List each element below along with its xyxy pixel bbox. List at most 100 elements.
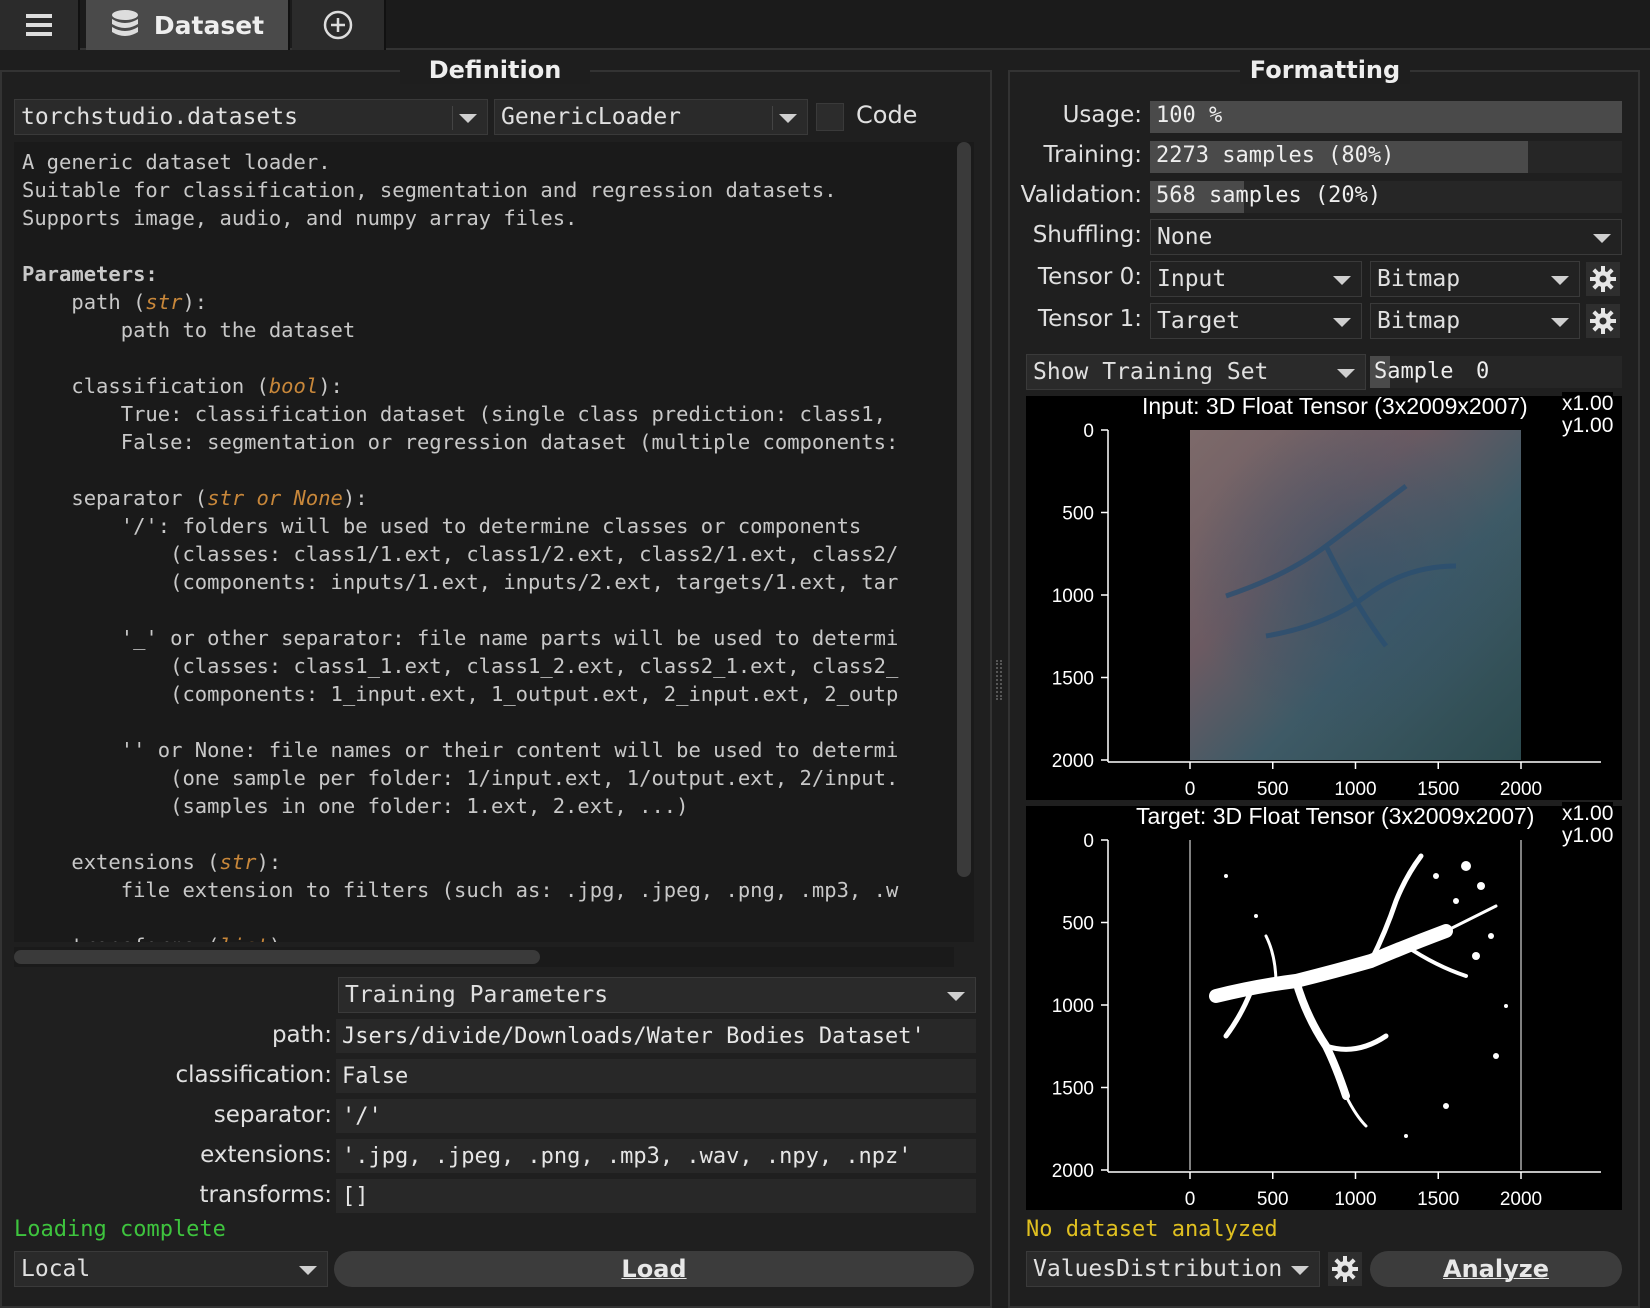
x-tick-label: 2000	[1500, 779, 1542, 800]
analyzer-settings-button[interactable]	[1328, 1252, 1362, 1286]
gear-icon	[1332, 1256, 1358, 1282]
x-tick-label: 1000	[1334, 779, 1376, 800]
y-tick-label: 2000	[1052, 1161, 1094, 1182]
sample-spinbox[interactable]: Sample 0	[1370, 356, 1622, 388]
shuffling-select[interactable]: None	[1150, 219, 1622, 255]
y-tick-label: 0	[1083, 831, 1094, 852]
menu-icon[interactable]	[0, 0, 80, 50]
tensor0-role-value: Input	[1157, 266, 1227, 292]
analyze-button-label: Analyze	[1443, 1255, 1549, 1283]
tensor1-settings-button[interactable]	[1586, 304, 1620, 338]
y-tick-label: 500	[1062, 504, 1094, 525]
formatting-title: Formatting	[1240, 56, 1410, 84]
analyzer-select[interactable]: ValuesDistribution	[1026, 1251, 1320, 1287]
chevron-down-icon	[1593, 234, 1611, 243]
source-select[interactable]: Local	[14, 1251, 328, 1287]
param-label-path: path:	[271, 1022, 332, 1048]
tensor1-format-value: Bitmap	[1377, 308, 1461, 334]
sample-value: 0	[1476, 359, 1490, 384]
definition-title: Definition	[400, 56, 590, 84]
chevron-down-icon	[947, 992, 965, 1001]
target-zoom-x: x1.00	[1562, 802, 1614, 826]
load-status-text: Loading complete	[14, 1217, 226, 1242]
add-tab-button[interactable]	[292, 0, 386, 50]
target-plot-title: Target: 3D Float Tensor (3x2009x2007)	[1136, 803, 1535, 829]
loader-select[interactable]: GenericLoader	[494, 99, 808, 135]
chevron-down-icon	[459, 114, 477, 123]
x-tick-label: 500	[1257, 779, 1289, 800]
tensor0-settings-button[interactable]	[1586, 262, 1620, 296]
param-label-transforms: transforms:	[199, 1182, 333, 1208]
target-zoom-y: y1.00	[1562, 824, 1614, 848]
param-label-separator: separator:	[213, 1102, 332, 1128]
param-label-extensions: extensions:	[200, 1142, 332, 1168]
code-checkbox[interactable]	[816, 103, 844, 131]
module-value: torchstudio.datasets	[21, 104, 298, 130]
x-tick-label: 0	[1185, 1189, 1196, 1210]
input-plot-canvas: 0 500 1000 1500 2000 0 500 1000 1500 2000	[1052, 421, 1601, 800]
tensor0-format-select[interactable]: Bitmap	[1370, 261, 1580, 297]
tensor1-label: Tensor 1:	[1037, 306, 1142, 332]
tab-dataset[interactable]: Dataset	[86, 0, 290, 50]
input-tensor-plot: 0 500 1000 1500 2000 0 500 1000 1500 2000 Input: …	[1026, 392, 1622, 800]
y-tick-label: 1000	[1052, 586, 1094, 607]
tensor1-role-value: Target	[1157, 308, 1241, 334]
y-tick-label: 1500	[1052, 1079, 1094, 1100]
satellite-image-shading	[1190, 430, 1521, 760]
validation-value: 568 samples (20%)	[1156, 183, 1382, 208]
docstring-text: A generic dataset loader. Suitable for c…	[22, 150, 899, 942]
analysis-status-text: No dataset analyzed	[1026, 1217, 1278, 1242]
doc-horizontal-scrollbar[interactable]	[14, 947, 954, 967]
tensor0-role-select[interactable]: Input	[1150, 261, 1362, 297]
x-tick-label: 2000	[1500, 1189, 1542, 1210]
doc-vertical-scrollbar[interactable]	[954, 142, 974, 942]
y-tick-label: 1500	[1052, 669, 1094, 690]
training-value: 2273 samples (80%)	[1156, 143, 1395, 168]
usage-slider[interactable]: 100 %	[1150, 101, 1622, 133]
analyzer-value: ValuesDistribution	[1033, 1256, 1283, 1282]
tensor0-format-value: Bitmap	[1377, 266, 1461, 292]
load-button-label: Load	[621, 1255, 687, 1283]
shuffling-value: None	[1157, 224, 1213, 250]
analyze-button[interactable]: Analyze	[1370, 1251, 1622, 1287]
panel-splitter-handle[interactable]	[996, 660, 1002, 700]
param-input-separator[interactable]: '/'	[336, 1099, 976, 1133]
chevron-down-icon	[1551, 276, 1569, 285]
training-split-slider[interactable]: 2273 samples (80%)	[1150, 141, 1622, 173]
validation-split-slider[interactable]: 568 samples (20%)	[1150, 181, 1622, 213]
target-plot-canvas: 0 500 1000 1500 2000 0 500 1000 1500 2000	[1052, 831, 1601, 1210]
mask-image	[1190, 840, 1521, 1170]
chevron-down-icon	[779, 114, 797, 123]
tensor1-role-select[interactable]: Target	[1150, 303, 1362, 339]
doc-vertical-scroll-thumb[interactable]	[957, 142, 971, 877]
chevron-down-icon	[1291, 1266, 1309, 1275]
docstring-view[interactable]: A generic dataset loader. Suitable for c…	[14, 142, 954, 942]
plus-circle-icon	[323, 10, 353, 40]
shuffling-label: Shuffling:	[1032, 222, 1142, 248]
gear-icon	[1590, 308, 1616, 334]
chevron-down-icon	[1333, 318, 1351, 327]
param-input-extensions[interactable]: '.jpg, .jpeg, .png, .mp3, .wav, .npy, .n…	[336, 1139, 976, 1173]
tab-dataset-label: Dataset	[153, 10, 265, 40]
show-set-value: Show Training Set	[1033, 359, 1269, 385]
top-tab-bar: Dataset	[0, 0, 1650, 50]
usage-label: Usage:	[1062, 102, 1142, 128]
params-mode-select[interactable]: Training Parameters	[338, 977, 976, 1013]
doc-horizontal-scroll-thumb[interactable]	[14, 950, 540, 964]
module-select[interactable]: torchstudio.datasets	[14, 99, 488, 135]
load-button[interactable]: Load	[334, 1251, 974, 1287]
gear-icon	[1590, 266, 1616, 292]
training-label: Training:	[1043, 142, 1142, 168]
chevron-down-icon	[1551, 318, 1569, 327]
tensor1-format-select[interactable]: Bitmap	[1370, 303, 1580, 339]
loader-value: GenericLoader	[501, 104, 682, 130]
code-label: Code	[856, 101, 918, 129]
param-input-path[interactable]: Jsers/divide/Downloads/Water Bodies Data…	[336, 1019, 976, 1053]
input-zoom-y: y1.00	[1562, 414, 1614, 438]
y-tick-label: 500	[1062, 914, 1094, 935]
show-set-select[interactable]: Show Training Set	[1026, 354, 1366, 390]
y-tick-label: 2000	[1052, 751, 1094, 772]
param-input-transforms[interactable]: []	[336, 1179, 976, 1213]
validation-label: Validation:	[1020, 182, 1142, 208]
param-input-classification[interactable]: False	[336, 1059, 976, 1093]
